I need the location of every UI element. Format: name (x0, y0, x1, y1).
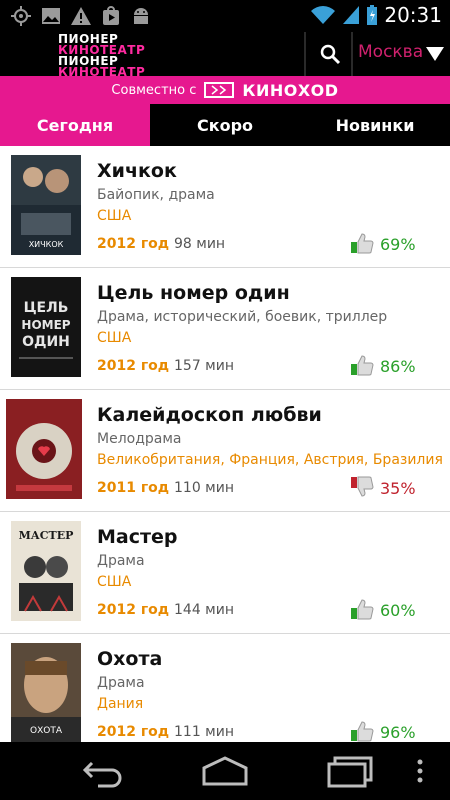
thumbs-up-icon (351, 233, 374, 254)
warning-icon (71, 7, 91, 25)
movie-country: США (97, 574, 132, 590)
movie-country: Великобритания, Франция, Австрия, Бразил… (97, 452, 443, 468)
search-button[interactable] (308, 32, 352, 76)
tab-today[interactable]: Сегодня (0, 104, 150, 154)
movie-poster (6, 399, 82, 499)
movie-title: Калейдоскоп любви (97, 404, 322, 426)
kinohod-logo: КИНОХОD (242, 80, 339, 100)
movie-year: 2012 год (97, 236, 170, 252)
movie-duration: 157 мин (174, 358, 234, 374)
movie-year: 2012 год (97, 602, 170, 618)
wifi-icon (311, 6, 336, 24)
movie-rating: 86% (380, 357, 416, 376)
home-icon[interactable] (200, 754, 250, 788)
movie-year: 2011 год (97, 480, 170, 496)
movie-poster: ЦЕЛЬ НОМЕР ОДИН (11, 277, 81, 377)
movie-title: Охота (97, 648, 163, 670)
play-store-icon (103, 6, 119, 25)
ticket-icon (204, 82, 235, 98)
movie-list[interactable]: ХИЧКОК Хичкок Байопик, драма США 2012 го… (0, 146, 450, 742)
search-icon (320, 44, 341, 65)
partner-text: Совместно с (111, 82, 197, 98)
movie-item[interactable]: ЦЕЛЬ НОМЕР ОДИН Цель номер один Драма, и… (0, 268, 450, 390)
movie-duration: 144 мин (174, 602, 234, 618)
svg-text:НОМЕР: НОМЕР (21, 318, 70, 332)
battery-icon (367, 5, 378, 25)
movie-poster: ОХОТА (11, 643, 81, 742)
thumbs-up-icon (351, 355, 374, 376)
app-logo[interactable]: ПИОНЕР КИНОТЕАТР ПИОНЕР КИНОТЕАТР (58, 33, 148, 78)
app-bar: ПИОНЕР КИНОТЕАТР ПИОНЕР КИНОТЕАТР Москва (0, 32, 450, 78)
thumbs-down-icon (351, 476, 374, 497)
movie-rating: 69% (380, 235, 416, 254)
movie-title: Мастер (97, 526, 178, 548)
movie-item[interactable]: МАСТЕР Мастер Драма США 2012 год 144 мин… (0, 512, 450, 634)
svg-text:ЦЕЛЬ: ЦЕЛЬ (24, 300, 69, 316)
movie-year: 2012 год (97, 358, 170, 374)
tab-bar: Сегодня Скоро Новинки (0, 104, 450, 154)
gps-icon (11, 6, 31, 26)
movie-item[interactable]: ОХОТА Охота Драма Дания 2012 год 111 мин… (0, 634, 450, 742)
movie-duration: 98 мин (174, 236, 226, 252)
movie-genre: Драма (97, 553, 145, 569)
status-bar: 20:31 (0, 0, 450, 32)
movie-duration: 111 мин (174, 724, 234, 740)
movie-genre: Байопик, драма (97, 187, 215, 203)
image-icon (42, 8, 60, 24)
tab-soon[interactable]: Скоро (150, 104, 300, 146)
movie-genre: Драма (97, 675, 145, 691)
partner-banner[interactable]: Совместно с КИНОХОD (0, 76, 450, 104)
clock: 20:31 (384, 3, 442, 27)
thumbs-up-icon (351, 599, 374, 620)
city-selector[interactable]: Москва (358, 42, 423, 62)
svg-text:ОДИН: ОДИН (22, 334, 70, 350)
movie-year: 2012 год (97, 724, 170, 740)
overflow-menu-icon[interactable] (410, 754, 430, 788)
thumbs-up-icon (351, 721, 374, 742)
divider (351, 32, 353, 76)
android-icon (134, 8, 148, 24)
divider (304, 32, 306, 76)
back-icon[interactable] (76, 754, 126, 788)
movie-country: США (97, 208, 132, 224)
tab-new[interactable]: Новинки (300, 104, 450, 146)
movie-title: Цель номер один (97, 282, 290, 304)
movie-genre: Мелодрама (97, 431, 182, 447)
movie-country: Дания (97, 696, 144, 712)
movie-poster: ХИЧКОК (11, 155, 81, 255)
movie-item[interactable]: ХИЧКОК Хичкок Байопик, драма США 2012 го… (0, 146, 450, 268)
signal-icon (343, 6, 360, 24)
recent-apps-icon[interactable] (325, 754, 375, 788)
movie-rating: 35% (380, 479, 416, 498)
movie-genre: Драма, исторический, боевик, триллер (97, 309, 388, 325)
poster-caption: МАСТЕР (19, 529, 74, 542)
movie-rating: 60% (380, 601, 416, 620)
poster-caption: ХИЧКОК (29, 240, 64, 249)
poster-caption: ОХОТА (30, 726, 63, 736)
movie-poster: МАСТЕР (11, 521, 81, 621)
movie-duration: 110 мин (174, 480, 234, 496)
movie-title: Хичкок (97, 160, 177, 182)
movie-country: США (97, 330, 132, 346)
movie-rating: 96% (380, 723, 416, 742)
movie-item[interactable]: Калейдоскоп любви Мелодрама Великобритан… (0, 390, 450, 512)
system-nav-bar (0, 742, 450, 800)
triangle-down-icon[interactable] (426, 47, 444, 61)
